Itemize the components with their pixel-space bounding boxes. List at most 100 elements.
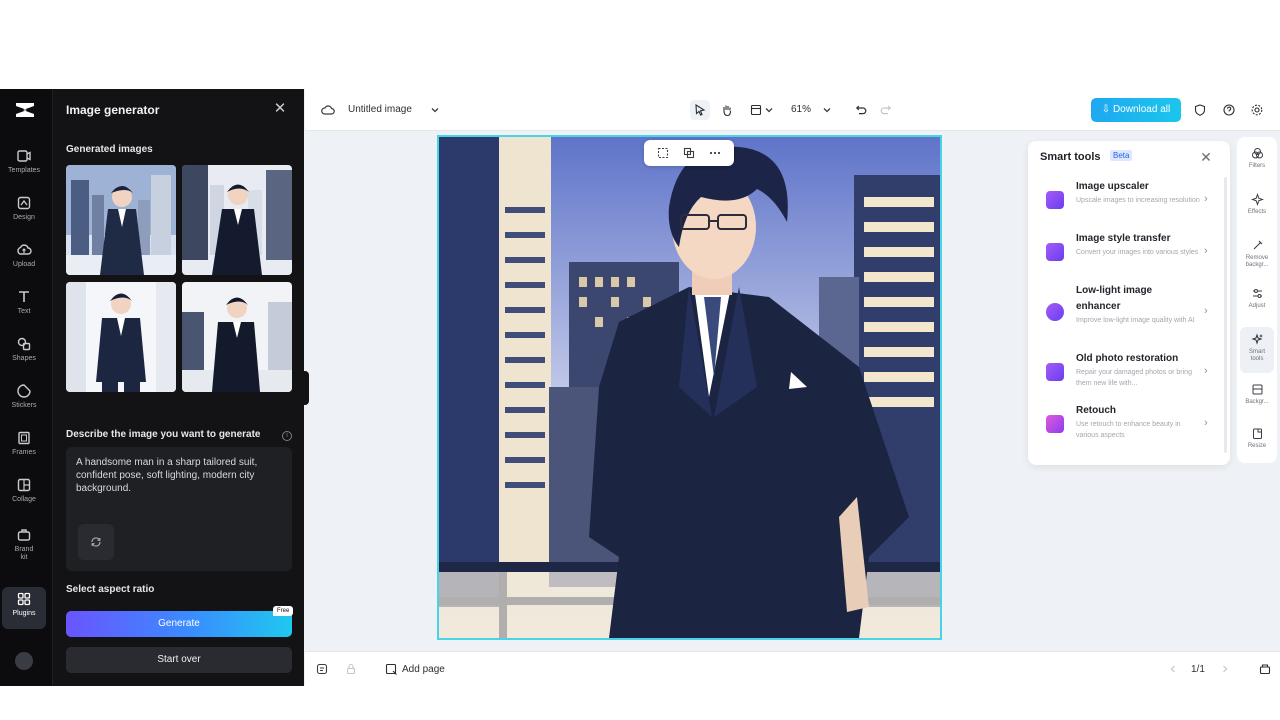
document-title[interactable]: Untitled image [348, 104, 412, 115]
zoom-level[interactable]: 61% [791, 104, 811, 115]
remove-background-icon [1253, 240, 1262, 250]
close-smart-tools-button[interactable]: ✕ [1198, 149, 1214, 165]
collage-icon [17, 478, 31, 492]
tool-low-light-enhancer[interactable]: Low-light image enhancer Improve low-lig… [1036, 281, 1222, 343]
suit-man-image [182, 165, 292, 275]
help-button[interactable] [1219, 100, 1239, 120]
templates-icon [17, 150, 31, 162]
page-notes-button[interactable] [312, 659, 332, 679]
rail-item-upload[interactable]: Upload [2, 238, 46, 280]
rail-item-collage[interactable]: Collage [2, 473, 46, 515]
tool-image-upscaler[interactable]: Image upscaler Upscale images to increas… [1036, 177, 1222, 225]
redo-button[interactable] [877, 100, 897, 120]
rail-item-label: Upload [12, 261, 36, 268]
close-panel-button[interactable]: ✕ [272, 101, 288, 117]
help-icon [1223, 104, 1235, 116]
more-options-button[interactable] [706, 144, 724, 162]
smart-tools-icon [1250, 333, 1263, 345]
close-icon: ✕ [273, 100, 287, 117]
tool-description: Repair your damaged photos or bring them… [1076, 369, 1192, 387]
rail-item-plugins[interactable]: Plugins [2, 587, 46, 629]
download-all-button[interactable]: ⇩ Download all [1091, 98, 1181, 122]
select-tool-button[interactable] [690, 100, 710, 120]
rail-item-remove-background[interactable]: Remove backgr... [1240, 233, 1274, 281]
generated-image-thumbnail[interactable] [182, 165, 292, 275]
background-icon [1252, 384, 1262, 395]
rail-item-design[interactable]: Design [2, 191, 46, 233]
refresh-prompt-button[interactable] [78, 524, 114, 560]
panel-collapse-handle[interactable] [302, 371, 309, 405]
avatar[interactable] [15, 652, 33, 670]
tool-name: Old photo restoration [1076, 353, 1179, 364]
rail-item-background[interactable]: Backgr... [1240, 377, 1274, 419]
rail-item-label: Text [17, 308, 31, 315]
previous-page-button[interactable] [1163, 659, 1183, 679]
rail-item-label: Design [13, 214, 35, 221]
smart-tools-scrollbar[interactable] [1224, 177, 1227, 453]
generated-image-thumbnail[interactable] [182, 282, 292, 392]
generated-image-thumbnail[interactable] [66, 165, 176, 275]
design-icon [17, 196, 31, 210]
rail-item-effects[interactable]: Effects [1240, 187, 1274, 229]
rail-item-label: Templates [8, 167, 40, 174]
rail-item-templates[interactable]: Templates [2, 144, 46, 186]
tool-retouch[interactable]: Retouch Use retouch to enhance beauty in… [1036, 401, 1222, 449]
download-icon: ⇩ [1101, 104, 1113, 115]
rail-item-label: Frames [12, 449, 36, 456]
left-rail: Templates Design Upload Text Shapes Stic… [0, 89, 52, 686]
rail-item-shapes[interactable]: Shapes [2, 332, 46, 374]
style-transfer-icon [1046, 243, 1064, 261]
smart-tools-panel: Smart tools Beta ✕ Image upscaler Upscal… [1028, 141, 1230, 465]
upload-icon [17, 244, 32, 255]
chevron-right-icon: › [1204, 417, 1208, 429]
start-over-button[interactable]: Start over [66, 647, 292, 673]
settings-button[interactable] [1247, 100, 1267, 120]
undo-button[interactable] [850, 100, 870, 120]
pages-icon [1259, 664, 1271, 675]
replace-icon [683, 147, 695, 159]
layout-dropdown-button[interactable] [762, 100, 776, 120]
shield-button[interactable] [1190, 100, 1210, 120]
rail-item-smart-tools[interactable]: Smart tools [1240, 327, 1274, 373]
filters-icon [1251, 148, 1263, 159]
chevron-down-icon [431, 108, 439, 113]
hand-tool-button[interactable] [717, 100, 737, 120]
generate-button[interactable]: Generate [66, 611, 292, 637]
title-dropdown-button[interactable] [425, 100, 445, 120]
app-window: Templates Design Upload Text Shapes Stic… [0, 89, 1280, 686]
add-page-button[interactable]: Add page [402, 664, 445, 675]
image-generator-panel: Image generator ✕ Generated images Descr… [52, 89, 304, 686]
stickers-icon [17, 384, 31, 398]
zoom-dropdown-button[interactable] [817, 100, 837, 120]
rail-item-text[interactable]: Text [2, 285, 46, 327]
cloud-save-button[interactable] [318, 100, 338, 120]
rail-item-frames[interactable]: Frames [2, 426, 46, 468]
rail-item-stickers[interactable]: Stickers [2, 379, 46, 421]
info-icon[interactable]: i [282, 431, 292, 441]
cloud-icon [321, 105, 335, 115]
generated-image-thumbnail[interactable] [66, 282, 176, 392]
rail-item-brand-kit[interactable]: Brand kit [2, 523, 46, 573]
rail-item-label: Collage [12, 496, 36, 503]
suit-man-image [66, 165, 176, 275]
rail-item-label: Stickers [11, 402, 37, 409]
add-page-icon [385, 663, 397, 675]
rail-item-resize[interactable]: Resize [1240, 421, 1274, 463]
gear-icon [1251, 104, 1263, 116]
lock-button[interactable] [341, 659, 361, 679]
rail-item-filters[interactable]: Filters [1240, 141, 1274, 183]
rail-item-adjust[interactable]: Adjust [1240, 281, 1274, 323]
add-page-icon-button[interactable] [381, 659, 401, 679]
canvas-image[interactable] [437, 135, 942, 640]
page-manager-button[interactable] [1255, 659, 1275, 679]
replace-button[interactable] [680, 144, 698, 162]
tool-image-style-transfer[interactable]: Image style transfer Convert your images… [1036, 229, 1222, 277]
refresh-icon [91, 537, 101, 547]
tool-old-photo-restoration[interactable]: Old photo restoration Repair your damage… [1036, 349, 1222, 397]
right-rail: Filters Effects Remove backgr... Adjust … [1237, 137, 1277, 463]
crop-select-button[interactable] [654, 144, 672, 162]
next-page-button[interactable] [1215, 659, 1235, 679]
hand-icon [723, 105, 732, 117]
smart-tools-title: Smart tools [1040, 151, 1101, 163]
shield-icon [1194, 104, 1206, 116]
